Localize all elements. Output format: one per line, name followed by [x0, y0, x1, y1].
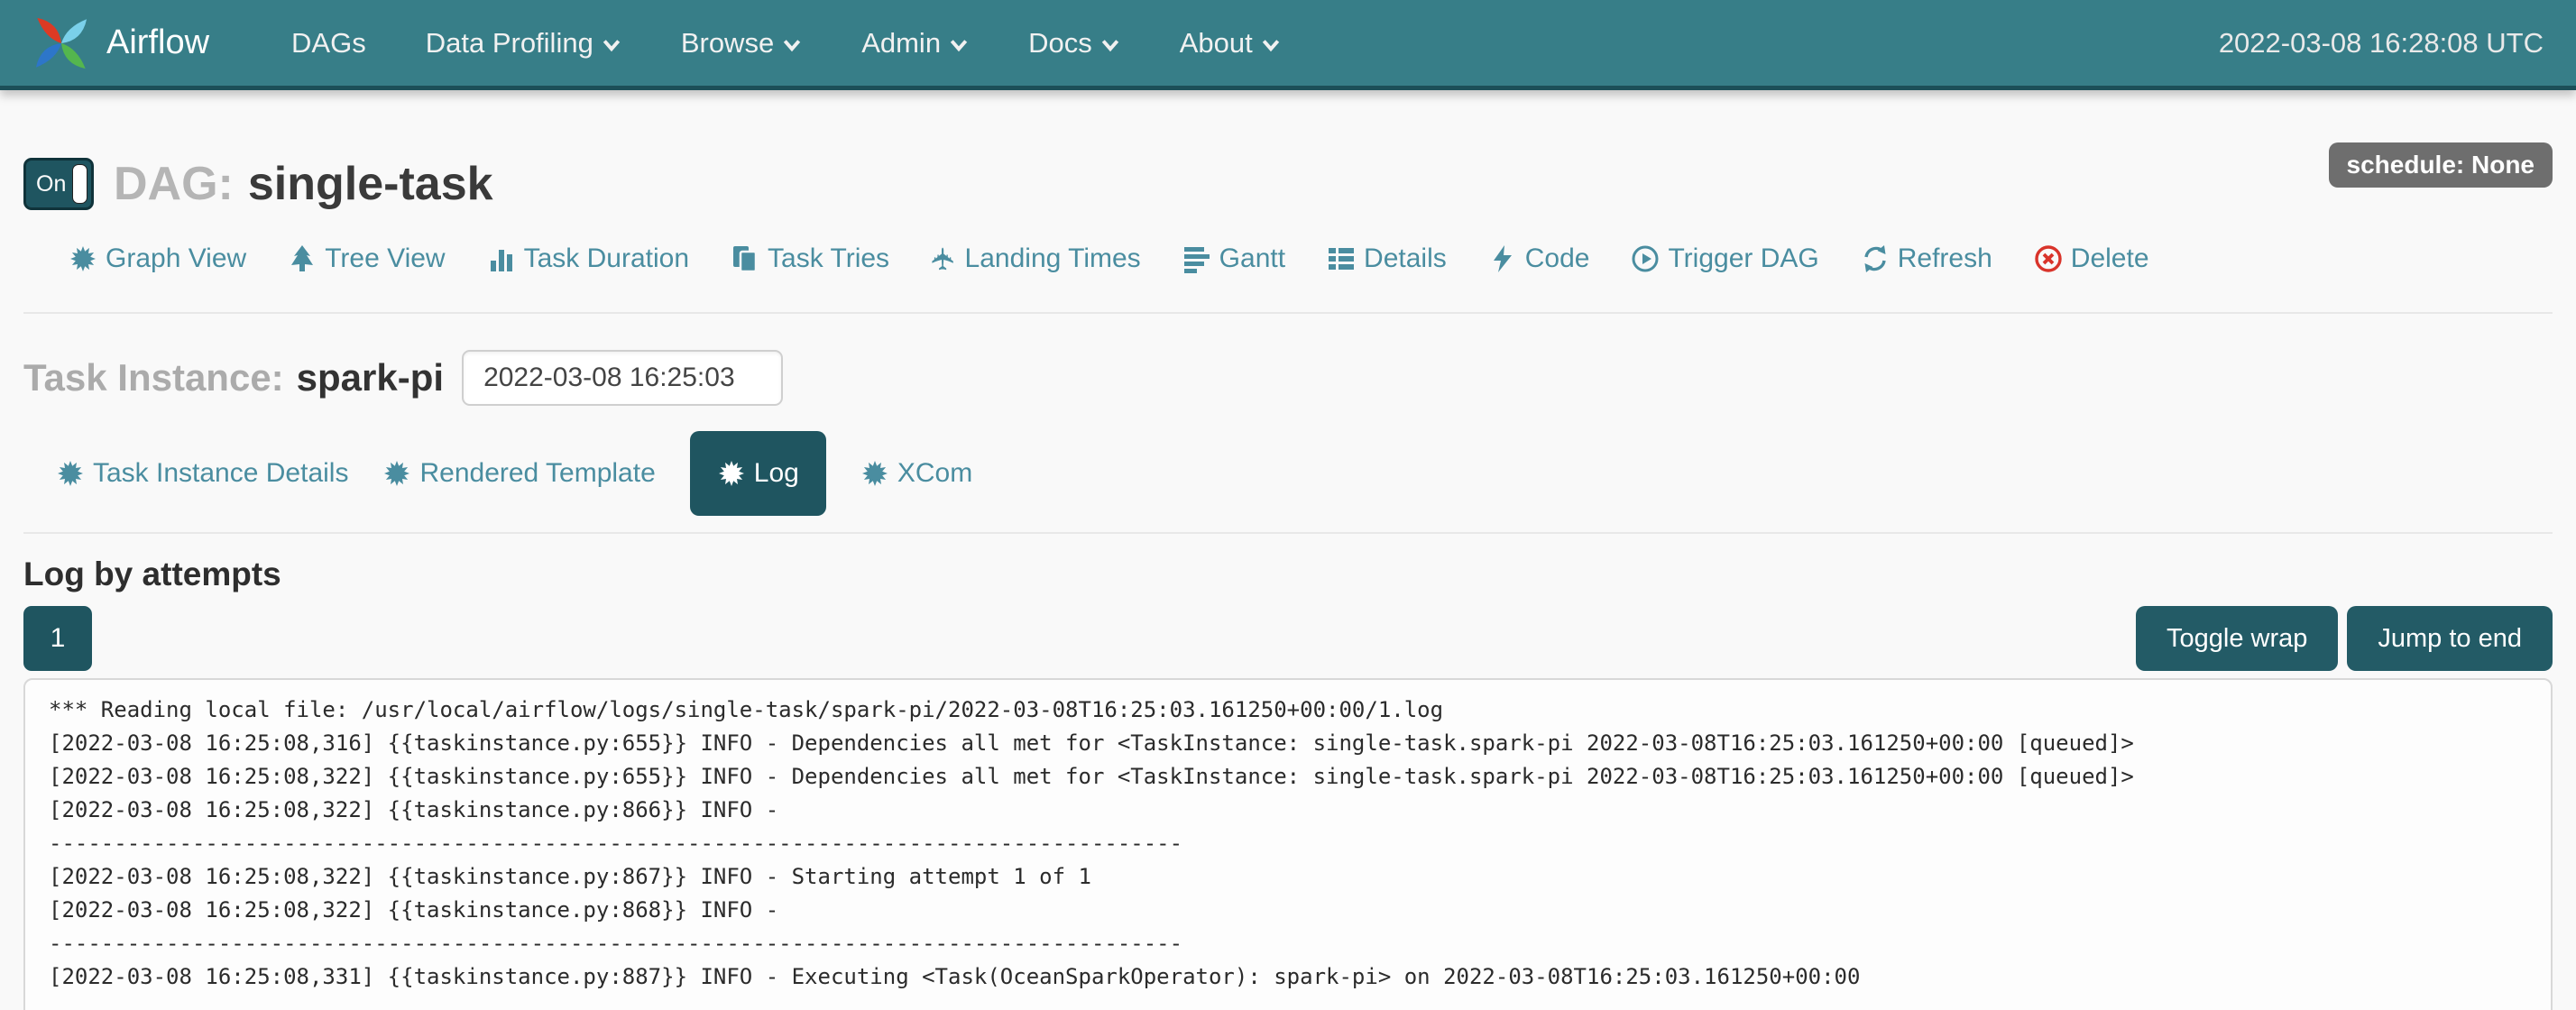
utc-clock: 2022-03-08 16:28:08 UTC [2219, 27, 2549, 60]
section-divider [23, 312, 2553, 314]
align-left-icon [1182, 244, 1211, 273]
toggle-on-label: On [26, 171, 66, 197]
nav-item-label: Admin [861, 27, 941, 60]
tab-label: Task Duration [524, 243, 689, 274]
nav-item-data-profiling[interactable]: Data Profiling [396, 0, 651, 86]
tab-refresh[interactable]: Refresh [1861, 243, 1992, 274]
nav-item-label: About [1180, 27, 1253, 60]
nav-item-label: Docs [1028, 27, 1092, 60]
nav-item-dags[interactable]: DAGs [262, 0, 396, 86]
tab-label: Task Tries [768, 243, 889, 274]
task-instance-header: Task Instance: spark-pi [23, 350, 2553, 406]
tab-delete-dag[interactable]: Delete [2034, 243, 2149, 274]
tab-task-instance-details[interactable]: Task Instance Details [56, 458, 348, 489]
tab-gantt[interactable]: Gantt [1182, 243, 1285, 274]
tab-label: Delete [2071, 243, 2149, 274]
tab-rendered-template[interactable]: Rendered Template [382, 458, 655, 489]
tab-label: Tree View [325, 243, 445, 274]
certificate-icon [56, 459, 85, 488]
log-line: ----------------------------------------… [49, 827, 2527, 860]
nav-item-label: DAGs [291, 27, 366, 60]
tab-label: Graph View [106, 243, 246, 274]
chevron-down-icon [782, 36, 802, 56]
attempt-1-button[interactable]: 1 [23, 606, 92, 671]
log-by-attempts-title: Log by attempts [23, 556, 2553, 593]
chevron-down-icon [1261, 36, 1281, 56]
tab-label: Rendered Template [419, 458, 655, 489]
log-line: ----------------------------------------… [49, 927, 2527, 960]
tab-label: Task Instance Details [93, 458, 348, 489]
tab-trigger-dag[interactable]: Trigger DAG [1631, 243, 1818, 274]
bolt-icon [1488, 244, 1517, 273]
dag-prefix-label: DAG: [114, 157, 234, 211]
log-controls-row: 1 Toggle wrap Jump to end [23, 606, 2553, 671]
toggle-knob [72, 164, 87, 204]
copy-icon [731, 244, 759, 273]
tab-label: Log [754, 458, 799, 489]
tab-label: XCom [897, 458, 972, 489]
nav-item-admin[interactable]: Admin [832, 0, 998, 86]
log-line: [2022-03-08 16:25:08,322] {{taskinstance… [49, 760, 2527, 794]
tab-label: Refresh [1898, 243, 1992, 274]
section-divider [23, 532, 2553, 534]
task-instance-prefix: Task Instance: [23, 356, 284, 399]
tab-landing-times[interactable]: ✈ Landing Times [931, 243, 1141, 274]
tab-label: Landing Times [965, 243, 1141, 274]
navbar: Airflow DAGs Data Profiling Browse Admin… [0, 0, 2576, 90]
certificate-icon [382, 459, 411, 488]
airflow-logo-icon [27, 9, 96, 78]
play-circle-icon [1631, 244, 1660, 273]
dag-view-tabs: Graph View Tree View Task Duration Task … [23, 243, 2553, 274]
log-line: [2022-03-08 16:25:08,316] {{taskinstance… [49, 727, 2527, 760]
dag-header: On DAG: single-task schedule: None [23, 157, 2553, 211]
task-instance-name: spark-pi [297, 356, 444, 399]
tab-label: Gantt [1219, 243, 1285, 274]
tab-label: Details [1364, 243, 1447, 274]
tab-log[interactable]: Log [690, 431, 826, 516]
log-line: [2022-03-08 16:25:08,322] {{taskinstance… [49, 794, 2527, 827]
nav-item-about[interactable]: About [1150, 0, 1311, 86]
nav-item-label: Browse [681, 27, 774, 60]
tab-task-tries[interactable]: Task Tries [731, 243, 889, 274]
task-instance-tabs: Task Instance Details Rendered Template … [23, 431, 2553, 516]
toggle-wrap-button[interactable]: Toggle wrap [2136, 606, 2338, 671]
th-list-icon [1327, 244, 1356, 273]
certificate-icon [860, 459, 889, 488]
execution-date-input[interactable] [462, 350, 783, 406]
tab-label: Code [1525, 243, 1590, 274]
tab-code[interactable]: Code [1488, 243, 1590, 274]
plane-icon: ✈ [929, 246, 958, 272]
certificate-icon [69, 244, 97, 273]
refresh-icon [1861, 244, 1890, 273]
dag-pause-toggle[interactable]: On [23, 158, 94, 210]
dag-name: single-task [248, 157, 493, 211]
chevron-down-icon [1100, 36, 1120, 56]
log-line: [2022-03-08 16:25:08,322] {{taskinstance… [49, 860, 2527, 894]
nav-item-label: Data Profiling [426, 27, 593, 60]
tab-details[interactable]: Details [1327, 243, 1447, 274]
tab-graph-view[interactable]: Graph View [69, 243, 246, 274]
times-circle-icon [2034, 244, 2063, 273]
log-output-panel[interactable]: *** Reading local file: /usr/local/airfl… [23, 678, 2553, 1010]
nav-item-browse[interactable]: Browse [651, 0, 832, 86]
log-line: *** Reading local file: /usr/local/airfl… [49, 693, 2527, 727]
airflow-brand[interactable]: Airflow [27, 9, 209, 78]
tab-xcom[interactable]: XCom [860, 458, 972, 489]
schedule-badge: schedule: None [2329, 142, 2553, 188]
nav-item-docs[interactable]: Docs [998, 0, 1150, 86]
chevron-down-icon [602, 36, 621, 56]
certificate-icon [717, 459, 746, 488]
brand-title: Airflow [106, 23, 209, 62]
bar-chart-icon [487, 244, 516, 273]
tab-label: Trigger DAG [1668, 243, 1818, 274]
tab-task-duration[interactable]: Task Duration [487, 243, 689, 274]
chevron-down-icon [949, 36, 969, 56]
tree-icon [288, 244, 317, 273]
tab-tree-view[interactable]: Tree View [288, 243, 445, 274]
jump-to-end-button[interactable]: Jump to end [2347, 606, 2553, 671]
log-buttons: Toggle wrap Jump to end [2136, 606, 2553, 671]
log-line: [2022-03-08 16:25:08,322] {{taskinstance… [49, 894, 2527, 927]
log-line: [2022-03-08 16:25:08,331] {{taskinstance… [49, 960, 2527, 994]
